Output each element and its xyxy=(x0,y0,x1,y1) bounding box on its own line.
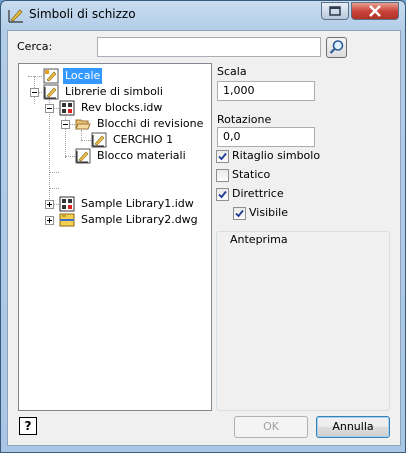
scale-value: 1,000 xyxy=(223,84,255,97)
expand-toggle-sample2[interactable] xyxy=(45,216,54,225)
ok-button[interactable]: OK xyxy=(234,416,308,438)
expand-toggle-rev-blocks[interactable] xyxy=(45,104,54,113)
local-symbol-icon xyxy=(43,68,59,84)
tree-item-librerie[interactable]: Librerie di simboli xyxy=(43,84,193,100)
sketch-symbol-icon xyxy=(91,132,107,148)
checkmark-icon xyxy=(235,209,244,218)
tree-item-label: Blocco materiali xyxy=(97,149,186,162)
clip-checkbox[interactable] xyxy=(216,150,229,163)
window-title: Simboli di schizzo xyxy=(29,7,136,21)
tree-item-label: Sample Library2.dwg xyxy=(81,213,198,226)
checkmark-icon xyxy=(218,152,227,161)
tree-item-label: Librerie di simboli xyxy=(65,85,163,98)
rotation-label: Rotazione xyxy=(217,113,272,126)
rotation-value: 0,0 xyxy=(223,130,241,143)
search-label: Cerca: xyxy=(17,40,53,53)
dialog-body: Cerca: Locale Librerie di simboli Rev bl… xyxy=(7,30,401,446)
rotation-input[interactable]: 0,0 xyxy=(217,127,315,147)
preview-label: Anteprima xyxy=(228,233,290,246)
tree-item-sample-library1[interactable]: Sample Library1.idw xyxy=(59,196,209,212)
drawing-file-icon xyxy=(59,196,75,212)
scale-input[interactable]: 1,000 xyxy=(217,81,315,101)
tree-item-rev-blocks[interactable]: Rev blocks.idw xyxy=(59,100,199,116)
tree-item-label: Locale xyxy=(63,68,103,84)
dialog-window: Simboli di schizzo Cerca: Locale Libreri… xyxy=(0,0,406,453)
close-icon xyxy=(369,5,381,17)
tree-item-blocchi-revisione[interactable]: Blocchi di revisione xyxy=(75,116,211,132)
tree-item-cerchio-1[interactable]: CERCHIO 1 xyxy=(91,132,201,148)
close-button[interactable] xyxy=(351,2,399,20)
symbol-library-icon xyxy=(43,84,59,100)
leader-checkbox[interactable] xyxy=(216,188,229,201)
tree-item-blocco-materiali[interactable]: Blocco materiali xyxy=(75,148,205,164)
checkmark-icon xyxy=(218,190,227,199)
sketch-symbol-icon xyxy=(7,6,25,24)
restore-icon xyxy=(329,6,341,16)
leader-label: Direttrice xyxy=(232,187,284,200)
drawing-file-icon xyxy=(59,100,75,116)
tree-item-label: CERCHIO 1 xyxy=(113,133,174,146)
cancel-button[interactable]: Annulla xyxy=(316,416,390,438)
clip-label: Ritaglio simbolo xyxy=(232,149,321,162)
expand-toggle-blocchi[interactable] xyxy=(61,120,70,129)
expand-toggle-sample1[interactable] xyxy=(45,200,54,209)
scale-label: Scala xyxy=(217,65,247,78)
help-button[interactable]: ? xyxy=(19,417,37,435)
visible-checkbox[interactable] xyxy=(233,207,246,220)
folder-open-icon xyxy=(75,116,91,132)
tree-item-label: Blocchi di revisione xyxy=(97,117,204,130)
tree-item-sample-library2[interactable]: Sample Library2.dwg xyxy=(59,212,209,228)
title-bar[interactable]: Simboli di schizzo xyxy=(1,1,405,29)
restore-button[interactable] xyxy=(321,2,349,20)
search-input[interactable] xyxy=(97,37,321,57)
preview-box xyxy=(216,231,390,411)
static-checkbox[interactable] xyxy=(216,169,229,182)
symbol-tree[interactable]: Locale Librerie di simboli Rev blocks.id… xyxy=(18,63,212,411)
static-label: Statico xyxy=(232,168,271,181)
search-button[interactable] xyxy=(326,37,347,58)
expand-toggle-librerie[interactable] xyxy=(30,88,39,97)
search-icon xyxy=(329,40,344,54)
tree-item-locale[interactable]: Locale xyxy=(43,68,153,84)
visible-label: Visibile xyxy=(249,206,288,219)
sketch-symbol-icon xyxy=(75,148,91,164)
dwg-file-icon xyxy=(59,212,75,228)
tree-item-label: Rev blocks.idw xyxy=(81,101,163,114)
tree-item-label: Sample Library1.idw xyxy=(81,197,194,210)
